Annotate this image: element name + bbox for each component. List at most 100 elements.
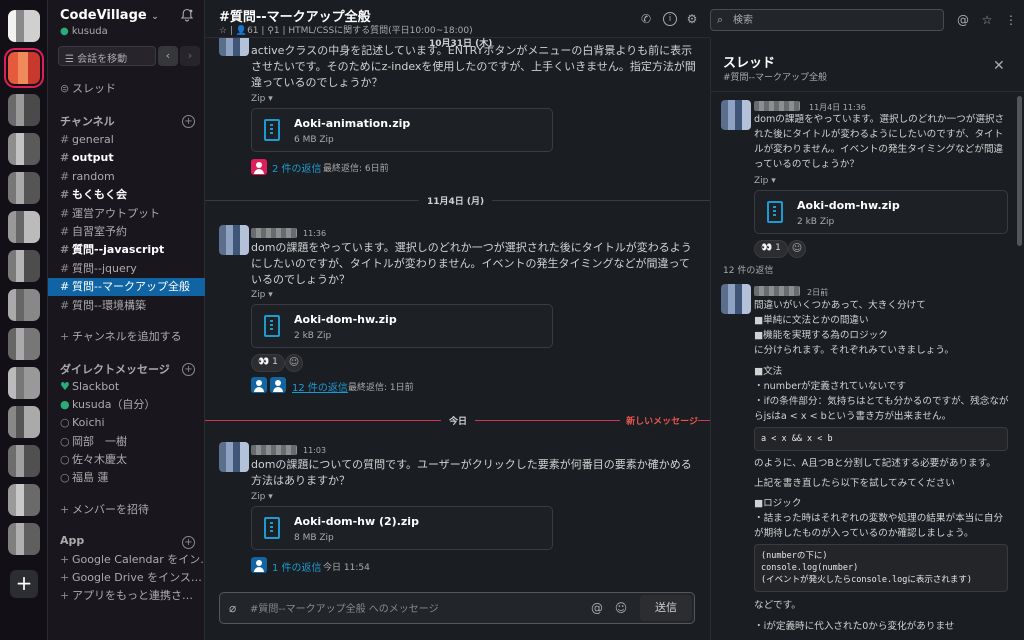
add-reaction-icon[interactable]: ☺ — [788, 240, 806, 258]
thread-replies-link[interactable]: 12 件の返信 — [292, 379, 348, 394]
sidebar-channel[interactable]: # general — [48, 131, 205, 149]
workspace-tile-13[interactable] — [8, 484, 40, 516]
sidebar-channel[interactable]: # output — [48, 149, 205, 167]
workspace-tile-1[interactable] — [8, 10, 40, 42]
thread-replies-link[interactable]: 1 件の返信 — [272, 559, 322, 574]
workspace-tile-7[interactable] — [8, 250, 40, 282]
sidebar-app[interactable]: + Google Calendar をイン… — [48, 551, 205, 569]
sidebar-threads[interactable]: ⊜ スレッド — [48, 80, 205, 98]
jump-to-conversation-button[interactable]: ☰ 会話を移動 — [58, 46, 156, 66]
workspace-tile-9[interactable] — [8, 328, 40, 360]
file-toggle[interactable]: Zip ▾ — [251, 94, 273, 104]
message-time[interactable]: 11:36 — [303, 229, 326, 238]
sender-name[interactable] — [251, 228, 297, 238]
date-divider-label[interactable]: 11月4日 (月) — [419, 194, 493, 207]
sidebar-channel[interactable]: # 運営アウトプット — [48, 205, 205, 223]
send-button[interactable]: 送信 — [640, 595, 692, 621]
reaction-eyes[interactable]: 👀 1 — [754, 240, 788, 258]
reaction-eyes[interactable]: 👀 1 — [251, 354, 285, 372]
add-workspace-button[interactable]: + — [10, 570, 38, 598]
more-menu-icon[interactable]: ⋮ — [1004, 13, 1018, 27]
mentions-at-icon[interactable]: @ — [956, 13, 970, 27]
avatar[interactable] — [219, 442, 249, 472]
workspace-name[interactable]: CodeVillage ⌄ — [60, 8, 159, 23]
channels-header[interactable]: チャンネル — [60, 113, 115, 129]
workspace-tile-3[interactable] — [8, 94, 40, 126]
avatar[interactable] — [219, 225, 249, 255]
file-meta: 6 MB Zip — [294, 135, 334, 145]
add-dm-icon[interactable]: + — [182, 363, 195, 376]
sidebar-app[interactable]: + アプリをもっと連携さ… — [48, 587, 205, 605]
search-input[interactable] — [733, 12, 933, 28]
starred-icon[interactable]: ☆ — [980, 13, 994, 27]
file-attachment[interactable]: Aoki-animation.zip 6 MB Zip — [251, 108, 553, 152]
settings-gear-icon[interactable]: ⚙ — [685, 12, 699, 26]
workspace-tile-8[interactable] — [8, 289, 40, 321]
forward-button[interactable]: › — [180, 46, 200, 66]
channel-label: 質問--jquery — [72, 261, 137, 275]
workspace-tile-11[interactable] — [8, 406, 40, 438]
file-toggle[interactable]: Zip ▾ — [251, 290, 273, 300]
sidebar-channel[interactable]: # 質問--マークアップ全般 — [48, 278, 205, 297]
add-app-icon[interactable]: + — [182, 536, 195, 549]
workspace-tile-2[interactable] — [8, 52, 40, 84]
file-toggle[interactable]: Zip ▾ — [251, 492, 273, 502]
workspace-tile-10[interactable] — [8, 367, 40, 399]
file-attachment[interactable]: Aoki-dom-hw (2).zip 8 MB Zip — [251, 506, 553, 550]
call-icon[interactable]: ✆ — [639, 12, 653, 26]
sidebar-channel[interactable]: # もくもく会 — [48, 186, 205, 204]
sidebar-dm[interactable]: ○ 岡部 一樹 — [48, 433, 205, 451]
emoji-icon[interactable]: ☺ — [614, 601, 628, 615]
sidebar-dm[interactable]: ○ 福島 蓮 — [48, 469, 205, 487]
workspace-tile-12[interactable] — [8, 445, 40, 477]
file-toggle[interactable]: Zip ▾ — [754, 176, 776, 186]
sidebar-channel[interactable]: # 質問--javascript — [48, 241, 205, 259]
avatar[interactable] — [721, 100, 751, 130]
threads-icon: ⊜ — [60, 82, 70, 95]
notification-bell-icon[interactable] — [180, 8, 194, 22]
members-icon[interactable]: 👤 — [236, 26, 247, 36]
back-button[interactable]: ‹ — [158, 46, 178, 66]
message-time[interactable]: 2日前 — [807, 287, 828, 298]
add-reaction-icon[interactable]: ☺ — [285, 354, 303, 372]
sidebar-channel[interactable]: # 自習室予約 — [48, 223, 205, 241]
sender-name[interactable] — [754, 101, 800, 111]
attach-paperclip-icon[interactable]: ⌀ — [229, 601, 236, 615]
sidebar-dm[interactable]: ○ Koichi — [48, 414, 205, 432]
add-channel-button[interactable]: + チャンネルを追加する — [48, 328, 205, 346]
message-input[interactable] — [250, 600, 550, 618]
members-count[interactable]: 61 — [247, 26, 258, 36]
add-channel-icon[interactable]: + — [182, 115, 195, 128]
thread-channel-link[interactable]: #質問--マークアップ全般 — [723, 70, 827, 83]
info-icon[interactable]: i — [663, 12, 677, 26]
message-time[interactable]: 11:03 — [303, 446, 326, 455]
sender-name[interactable] — [754, 286, 800, 296]
thread-replies-link[interactable]: 2 件の返信 — [272, 160, 322, 175]
avatar[interactable] — [721, 284, 751, 314]
star-icon[interactable]: ☆ — [219, 26, 227, 36]
close-icon[interactable]: ✕ — [993, 58, 1005, 74]
dm-header[interactable]: ダイレクトメッセージ — [60, 361, 170, 377]
sidebar-channel[interactable]: # 質問--環境構築 — [48, 297, 205, 315]
file-attachment[interactable]: Aoki-dom-hw.zip 2 kB Zip — [754, 190, 1008, 234]
pin-icon[interactable]: ⚲ — [267, 26, 274, 36]
workspace-tile-6[interactable] — [8, 211, 40, 243]
workspace-tile-14[interactable] — [8, 523, 40, 555]
sidebar-channel[interactable]: # 質問--jquery — [48, 260, 205, 278]
pins-count[interactable]: 1 — [274, 26, 280, 36]
thread-scrollbar[interactable] — [1017, 96, 1022, 246]
avatar[interactable] — [219, 38, 249, 56]
invite-members-button[interactable]: + メンバーを招待 — [48, 501, 205, 519]
workspace-tile-5[interactable] — [8, 172, 40, 204]
sidebar-channel[interactable]: # random — [48, 168, 205, 186]
sidebar-app[interactable]: + Google Drive をインス… — [48, 569, 205, 587]
sidebar-dm[interactable]: ● kusuda（自分） — [48, 396, 205, 414]
workspace-tile-4[interactable] — [8, 133, 40, 165]
sidebar-dm[interactable]: ♥ Slackbot — [48, 378, 205, 396]
mention-icon[interactable]: @ — [590, 601, 604, 615]
sidebar-dm[interactable]: ○ 佐々木慶太 — [48, 451, 205, 469]
file-attachment[interactable]: Aoki-dom-hw.zip 2 kB Zip — [251, 304, 553, 348]
app-header[interactable]: App — [60, 534, 84, 547]
date-divider-label[interactable]: 今日 — [441, 414, 476, 427]
sender-name[interactable] — [251, 445, 297, 455]
